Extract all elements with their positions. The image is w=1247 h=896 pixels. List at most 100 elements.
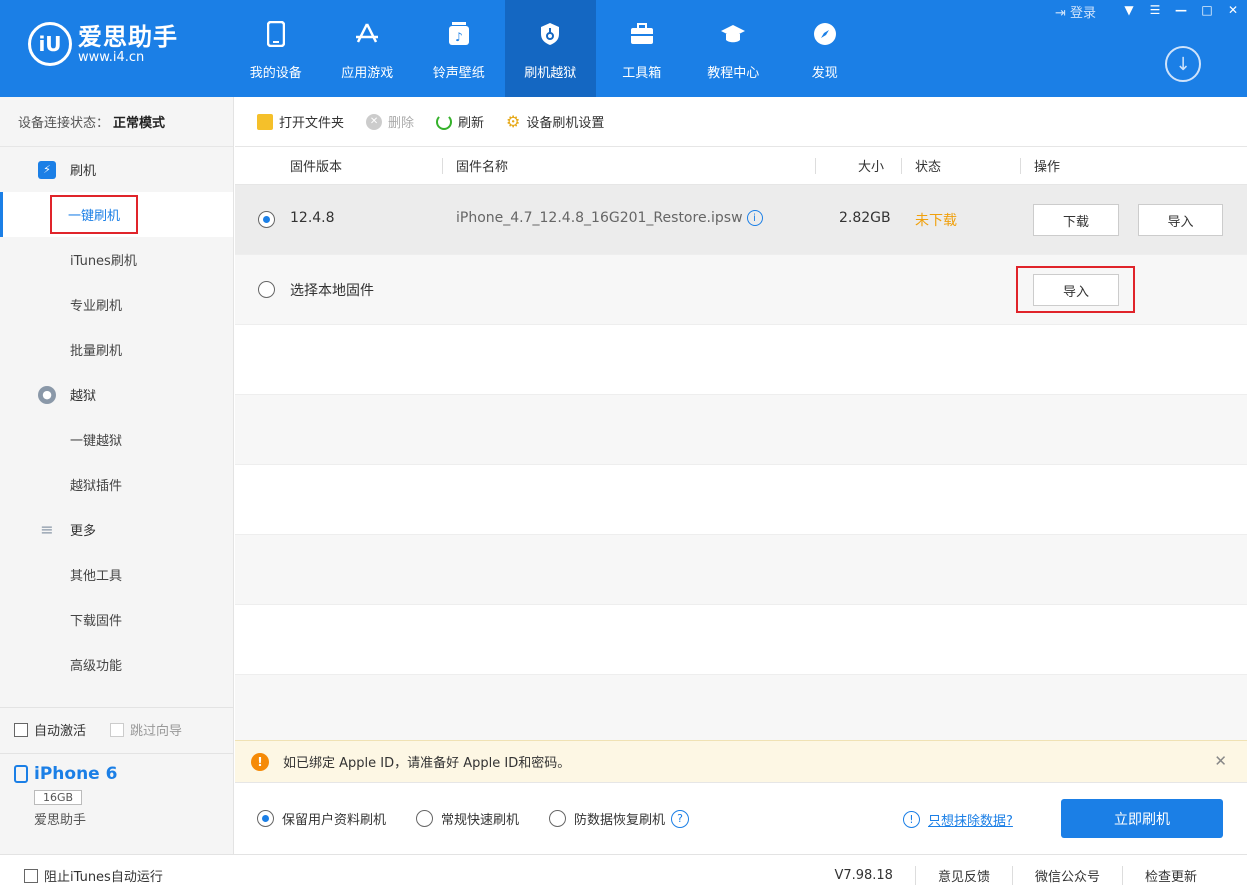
nav-label: 应用游戏 (341, 66, 394, 81)
import-button[interactable]: 导入 (1138, 204, 1223, 236)
empty-row (235, 605, 1247, 675)
top-header: iU 爱思助手 www.i4.cn 我的设备 应用游戏 ♪ 铃声壁纸 刷机越狱 … (0, 0, 1247, 97)
delete-label: 删除 (388, 116, 415, 131)
feedback-link[interactable]: 意见反馈 (914, 866, 1012, 885)
delete-button[interactable]: ✕ 删除 (366, 112, 414, 131)
minimize-icon[interactable]: — (1168, 0, 1194, 20)
quick-flash-radio[interactable] (416, 810, 434, 827)
status-bar: 阻止iTunes自动运行 V7.98.18 意见反馈 微信公众号 检查更新 (0, 854, 1247, 896)
nav-label: 教程中心 (707, 66, 760, 81)
sidebar-item-itunes-flash[interactable]: iTunes刷机 (0, 237, 233, 282)
erase-data-link[interactable]: ! 只想抹除数据? (903, 810, 1013, 829)
nav-toolbox[interactable]: 工具箱 (596, 0, 688, 97)
sidebar-item-advanced[interactable]: 高级功能 (0, 642, 233, 687)
nav-discover[interactable]: 发现 (779, 0, 871, 97)
keep-data-radio[interactable] (257, 810, 274, 827)
sidebar-item-one-click-flash[interactable]: 一键刷机 (0, 192, 233, 237)
option-keep-data[interactable]: 保留用户资料刷机 (257, 809, 386, 828)
nav-my-device[interactable]: 我的设备 (230, 0, 322, 97)
sidebar-group-flash[interactable]: ⚡ 刷机 (0, 147, 233, 192)
connection-label: 设备连接状态： (18, 116, 110, 131)
sidebar-group-more[interactable]: ≡ 更多 (0, 507, 233, 552)
check-update-link[interactable]: 检查更新 (1121, 866, 1219, 885)
group-label: 刷机 (70, 164, 97, 179)
skip-guide-checkbox[interactable] (110, 722, 125, 737)
compass-icon (812, 20, 838, 48)
local-firmware-radio[interactable] (258, 281, 275, 298)
firmware-radio[interactable] (258, 211, 275, 228)
empty-row (235, 675, 1247, 741)
delete-icon: ✕ (366, 113, 383, 130)
empty-row (235, 325, 1247, 395)
sidebar-item-jailbreak-plugins[interactable]: 越狱插件 (0, 462, 233, 507)
menu-icon[interactable]: ☰ (1142, 0, 1168, 20)
auto-activate-row: 自动激活 跳过向导 (0, 707, 234, 751)
sidebar-group-jailbreak[interactable]: ● 越狱 (0, 372, 233, 417)
anti-recovery-radio[interactable] (549, 810, 567, 827)
info-icon[interactable]: i (746, 210, 763, 226)
open-folder-label: 打开文件夹 (279, 116, 345, 131)
col-version: 固件版本 (290, 160, 343, 175)
firmware-name-cell: iPhone_4.7_12.4.8_16G201_Restore.ipsw i (456, 210, 763, 226)
download-icon[interactable]: ↓ (1165, 46, 1201, 82)
graduation-cap-icon (720, 20, 746, 48)
connection-status: 设备连接状态： 正常模式 (0, 97, 233, 147)
wechat-link[interactable]: 微信公众号 (1011, 866, 1122, 885)
sidebar-item-pro-flash[interactable]: 专业刷机 (0, 282, 233, 327)
nav-tutorials[interactable]: 教程中心 (688, 0, 780, 97)
table-row-local[interactable]: 选择本地固件 导入 (235, 255, 1247, 325)
group-label: 更多 (70, 524, 97, 539)
window-controls: ▼ ☰ — □ ✕ (1116, 0, 1246, 20)
firmware-status: 未下载 (915, 213, 957, 229)
toolbox-icon (629, 20, 655, 48)
login-label: 登录 (1070, 6, 1097, 21)
quick-flash-label: 常规快速刷机 (441, 813, 520, 828)
sidebar: 设备连接状态： 正常模式 ⚡ 刷机 一键刷机 iTunes刷机 专业刷机 批量刷… (0, 97, 234, 854)
table-row[interactable]: 12.4.8 iPhone_4.7_12.4.8_16G201_Restore.… (235, 185, 1247, 255)
refresh-button[interactable]: 刷新 (436, 112, 484, 131)
help-icon[interactable]: ? (671, 809, 690, 828)
local-firmware-label: 选择本地固件 (290, 283, 374, 299)
sidebar-item-download-firmware[interactable]: 下载固件 (0, 597, 233, 642)
option-quick-flash[interactable]: 常规快速刷机 (416, 809, 519, 828)
login-icon: ⇥ (1055, 6, 1071, 21)
nav-apps[interactable]: 应用游戏 (322, 0, 414, 97)
skin-icon[interactable]: ▼ (1116, 0, 1142, 20)
auto-activate-checkbox[interactable] (14, 722, 28, 737)
empty-row (235, 465, 1247, 535)
local-import-button[interactable]: 导入 (1033, 274, 1119, 306)
sidebar-item-one-click-jailbreak[interactable]: 一键越狱 (0, 417, 233, 462)
auto-activate-label: 自动激活 (34, 724, 87, 739)
device-sub: 爱思助手 (34, 813, 87, 828)
block-itunes-checkbox[interactable] (24, 868, 38, 883)
nav-label: 铃声壁纸 (432, 66, 485, 81)
sidebar-item-other-tools[interactable]: 其他工具 (0, 552, 233, 597)
col-separator (901, 158, 902, 174)
option-anti-recovery[interactable]: 防数据恢复刷机 ? (549, 809, 690, 828)
empty-row (235, 535, 1247, 605)
folder-icon (257, 113, 273, 130)
col-separator (442, 158, 443, 174)
info-icon: ! (903, 811, 920, 828)
login-link[interactable]: ⇥ 登录 (1055, 2, 1096, 21)
nav-flash-jailbreak[interactable]: 刷机越狱 (504, 0, 596, 97)
music-icon: ♪ (446, 20, 472, 48)
flash-settings-button[interactable]: ⚙ 设备刷机设置 (506, 112, 604, 131)
sidebar-item-batch-flash[interactable]: 批量刷机 (0, 327, 233, 372)
shield-icon (537, 20, 563, 48)
download-button[interactable]: 下载 (1033, 204, 1119, 236)
app-logo[interactable]: iU 爱思助手 www.i4.cn (28, 22, 178, 66)
anti-recovery-label: 防数据恢复刷机 (574, 813, 666, 828)
nav-label: 我的设备 (249, 66, 302, 81)
app-store-icon (354, 20, 380, 48)
nav-label: 发现 (811, 66, 838, 81)
open-folder-button[interactable]: 打开文件夹 (257, 112, 344, 131)
maximize-icon[interactable]: □ (1194, 0, 1220, 20)
device-capacity: 16GB (34, 790, 83, 805)
flash-now-button[interactable]: 立即刷机 (1061, 799, 1223, 838)
close-icon[interactable]: ✕ (1214, 752, 1227, 770)
block-itunes-row[interactable]: 阻止iTunes自动运行 (24, 866, 163, 885)
phone-icon (263, 20, 289, 48)
nav-ringtones[interactable]: ♪ 铃声壁纸 (413, 0, 505, 97)
close-icon[interactable]: ✕ (1220, 0, 1246, 20)
